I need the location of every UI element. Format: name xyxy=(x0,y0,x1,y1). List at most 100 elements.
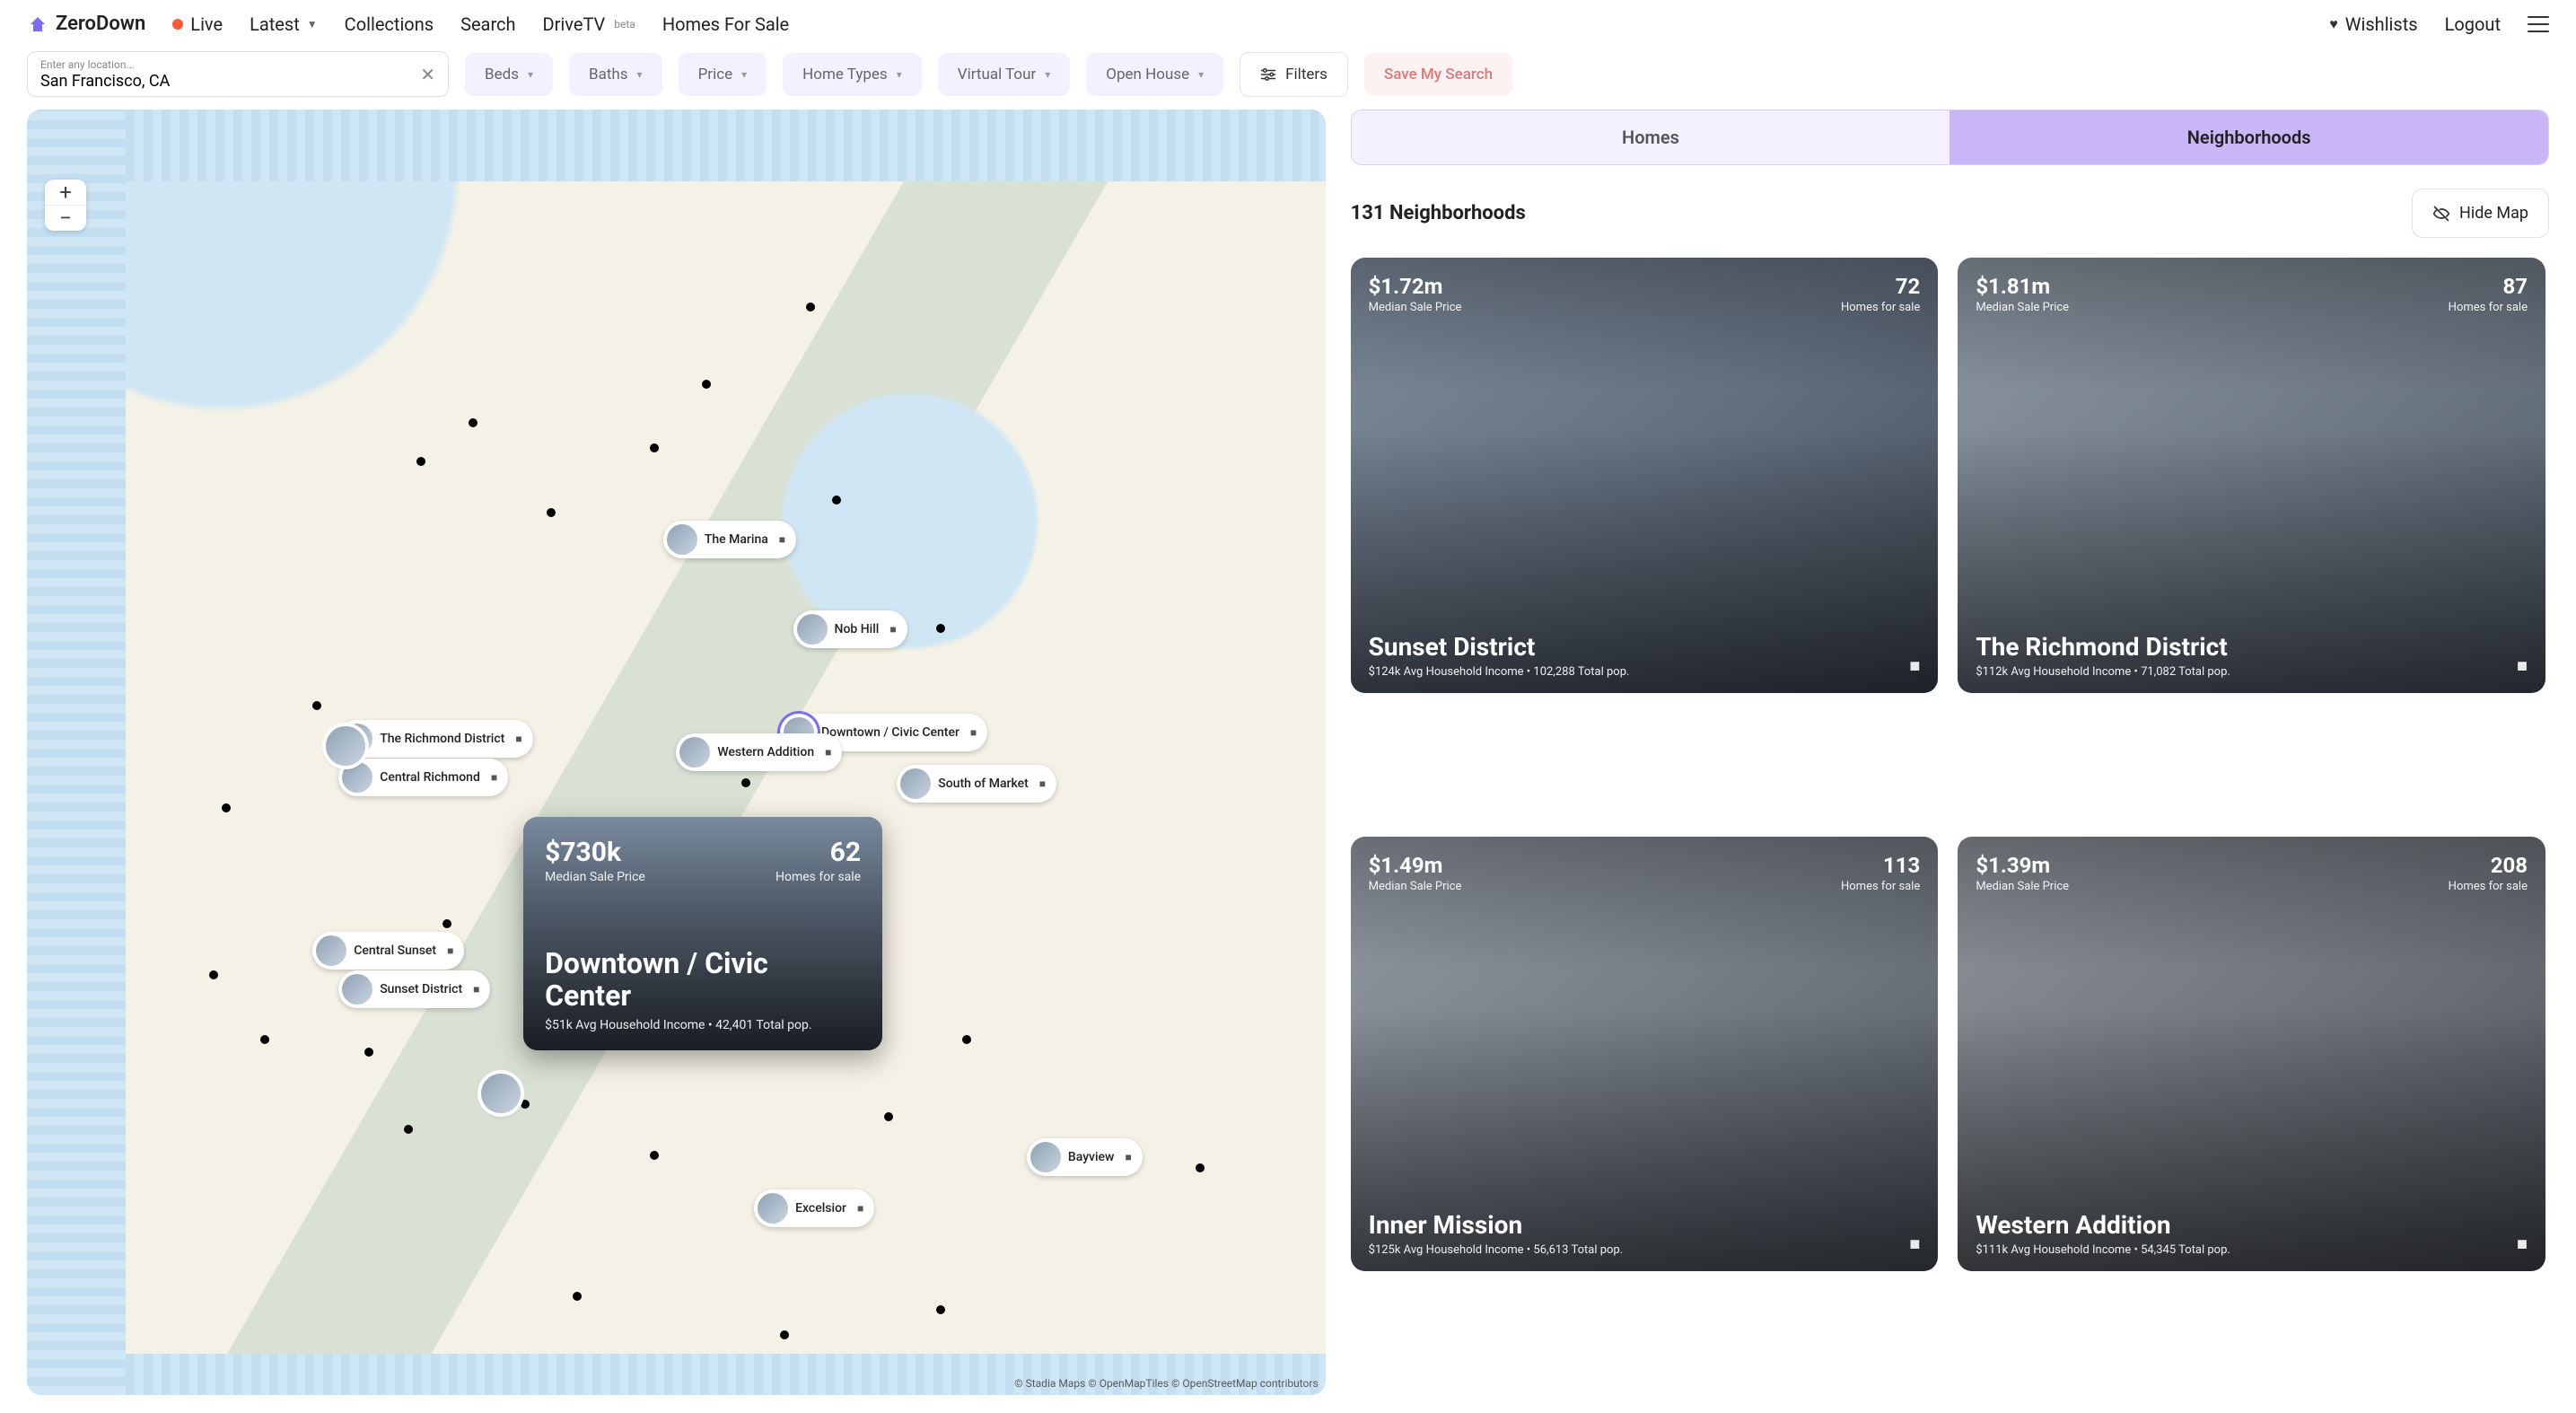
hamburger-menu-icon[interactable] xyxy=(2528,16,2549,32)
map-pin-label: Central Richmond xyxy=(380,770,480,785)
drivetv-beta-badge: beta xyxy=(614,18,635,31)
filter-bar: Enter any location... San Francisco, CA … xyxy=(0,44,2576,110)
map-pin-label: The Richmond District xyxy=(380,732,504,746)
map-pin-soma[interactable]: South of Market ■ xyxy=(897,765,1056,803)
filter-baths[interactable]: Baths▾ xyxy=(569,53,662,96)
nav-homes-for-sale[interactable]: Homes For Sale xyxy=(662,13,789,35)
map-pin-thumb-only[interactable] xyxy=(326,726,365,766)
results-count: 131 Neighborhoods xyxy=(1351,202,1526,224)
save-search-button[interactable]: Save My Search xyxy=(1364,53,1512,96)
location-search-placeholder: Enter any location... xyxy=(40,59,435,70)
caret-down-icon: ▾ xyxy=(897,68,902,81)
nav-live[interactable]: Live xyxy=(172,13,223,35)
map-pin-label: Bayview xyxy=(1068,1150,1115,1164)
video-icon: ■ xyxy=(1039,777,1046,790)
video-icon: ■ xyxy=(825,746,831,759)
map-pin-central-sunset[interactable]: Central Sunset ■ xyxy=(312,932,464,970)
map-pin-excelsior[interactable]: Excelsior ■ xyxy=(754,1189,874,1227)
filter-beds[interactable]: Beds▾ xyxy=(465,53,553,96)
card-name: Western Addition xyxy=(1976,1211,2528,1240)
caret-down-icon: ▾ xyxy=(1045,68,1050,81)
map-pin-thumb-only[interactable] xyxy=(481,1074,521,1113)
map-pin-thumb xyxy=(481,1074,521,1113)
map-pin-label: South of Market xyxy=(938,777,1029,791)
toggle-neighborhoods[interactable]: Neighborhoods xyxy=(1950,110,2548,164)
save-search-label: Save My Search xyxy=(1384,66,1493,83)
card-price: $1.39m xyxy=(1976,853,2069,878)
map-pin-thumb xyxy=(342,762,372,793)
nav-logout-label: Logout xyxy=(2445,13,2501,35)
caret-down-icon: ▾ xyxy=(528,68,533,81)
filter-price-label: Price xyxy=(698,66,733,83)
map-pin-thumb xyxy=(1030,1142,1061,1172)
location-search[interactable]: Enter any location... San Francisco, CA … xyxy=(27,51,449,97)
brand-logo-icon xyxy=(27,13,48,35)
nav-wishlists[interactable]: ♥ Wishlists xyxy=(2329,13,2417,35)
filter-home-types[interactable]: Home Types▾ xyxy=(783,53,922,96)
heart-icon: ♥ xyxy=(2329,15,2338,33)
nav-search-label: Search xyxy=(460,13,515,35)
hover-card-meta: $51k Avg Household Income • 42,401 Total… xyxy=(545,1018,861,1032)
video-icon: ■ xyxy=(473,983,479,996)
map-pin-thumb xyxy=(326,726,365,766)
map-pin-sunset-district[interactable]: Sunset District ■ xyxy=(338,970,490,1008)
map-hover-card[interactable]: $730k Median Sale Price 62 Homes for sal… xyxy=(523,817,882,1051)
live-dot-icon xyxy=(172,19,183,30)
video-icon: ■ xyxy=(1125,1151,1131,1163)
nav-live-label: Live xyxy=(190,13,223,35)
hide-map-button[interactable]: Hide Map xyxy=(2412,189,2549,238)
neighborhood-cards-grid: $1.72m Median Sale Price 72 Homes for sa… xyxy=(1351,258,2549,1395)
neighborhood-card[interactable]: $1.49m Median Sale Price 113 Homes for s… xyxy=(1351,837,1939,1272)
map-pin-thumb xyxy=(900,768,931,799)
card-count: 72 xyxy=(1841,274,1920,299)
map-pin-nob-hill[interactable]: Nob Hill ■ xyxy=(793,610,907,648)
video-icon: ■ xyxy=(491,771,497,784)
filter-virtual-tour[interactable]: Virtual Tour ▾ xyxy=(938,53,1071,96)
card-price-label: Median Sale Price xyxy=(1976,880,2069,893)
zoom-in-button[interactable]: + xyxy=(45,180,86,205)
sliders-icon xyxy=(1260,68,1276,81)
card-price: $1.49m xyxy=(1369,853,1462,878)
map-pin-label: The Marina xyxy=(705,532,768,547)
map-water-decoration xyxy=(27,110,1326,181)
nav-drivetv[interactable]: DriveTVbeta xyxy=(543,13,635,35)
filters-button[interactable]: Filters xyxy=(1240,52,1348,97)
nav-collections[interactable]: Collections xyxy=(345,13,434,35)
video-icon: ■ xyxy=(857,1202,863,1215)
filter-price[interactable]: Price▾ xyxy=(679,53,767,96)
map-pin-label: Nob Hill xyxy=(835,622,880,636)
filter-open-house[interactable]: Open House▾ xyxy=(1086,53,1223,96)
map-pin-central-richmond[interactable]: Central Richmond ■ xyxy=(338,759,508,796)
nav-wishlists-label: Wishlists xyxy=(2345,13,2418,35)
neighborhood-card[interactable]: $1.72m Median Sale Price 72 Homes for sa… xyxy=(1351,258,1939,693)
card-name: The Richmond District xyxy=(1976,633,2528,662)
nav-logout[interactable]: Logout xyxy=(2445,13,2501,35)
nav-latest[interactable]: Latest ▼ xyxy=(250,13,318,35)
neighborhood-card[interactable]: $1.81m Median Sale Price 87 Homes for sa… xyxy=(1958,258,2545,693)
map-attribution: © Stadia Maps © OpenMapTiles © OpenStree… xyxy=(1014,1377,1318,1390)
map-pin-thumb xyxy=(679,737,710,768)
video-icon: ■ xyxy=(1909,1233,1920,1255)
video-icon: ■ xyxy=(970,726,977,739)
map-pin-thumb xyxy=(758,1193,788,1224)
card-meta: $112k Avg Household Income • 71,082 Tota… xyxy=(1976,665,2528,679)
hover-card-count-label: Homes for sale xyxy=(775,870,861,884)
filter-virtual-tour-label: Virtual Tour xyxy=(958,66,1036,83)
card-meta: $124k Avg Household Income • 102,288 Tot… xyxy=(1369,665,1921,679)
map-pin-richmond-district[interactable]: The Richmond District ■ xyxy=(338,720,532,758)
zoom-out-button[interactable]: − xyxy=(45,205,86,231)
map-pin-label: Downtown / Civic Center xyxy=(821,725,959,740)
neighborhood-card[interactable]: $1.39m Median Sale Price 208 Homes for s… xyxy=(1958,837,2545,1272)
card-price-label: Median Sale Price xyxy=(1369,301,1462,314)
caret-down-icon: ▼ xyxy=(307,18,318,31)
nav-search[interactable]: Search xyxy=(460,13,515,35)
map-pin-marina[interactable]: The Marina ■ xyxy=(663,521,796,558)
card-name: Sunset District xyxy=(1369,633,1921,662)
map-pin-bayview[interactable]: Bayview ■ xyxy=(1027,1138,1143,1176)
toggle-homes[interactable]: Homes xyxy=(1352,110,1950,164)
map-pin-western-addition[interactable]: Western Addition ■ xyxy=(676,733,842,771)
clear-search-icon[interactable]: ✕ xyxy=(420,64,435,85)
brand[interactable]: ZeroDown xyxy=(27,13,145,35)
card-count-label: Homes for sale xyxy=(1841,301,1920,314)
card-count: 87 xyxy=(2449,274,2528,299)
